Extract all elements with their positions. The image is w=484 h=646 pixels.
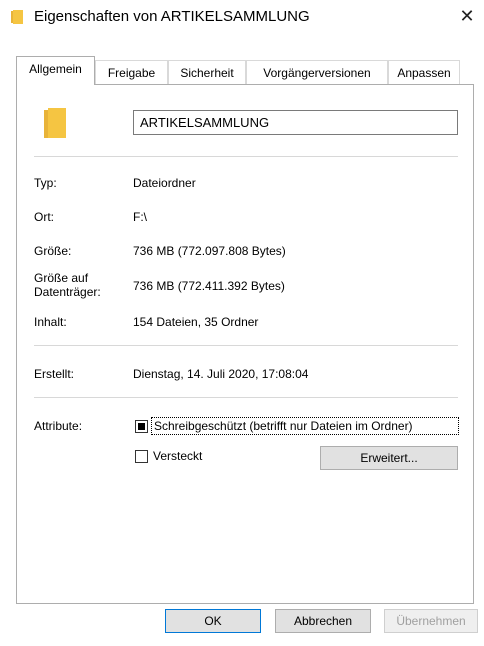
size-value: 736 MB (772.097.808 Bytes) — [133, 244, 286, 258]
size-on-disk-value: 736 MB (772.411.392 Bytes) — [133, 279, 285, 293]
tab-allgemein[interactable]: Allgemein — [16, 56, 95, 85]
location-value: F:\ — [133, 210, 147, 224]
location-label: Ort: — [34, 210, 54, 224]
folder-icon — [44, 108, 66, 138]
type-label: Typ: — [34, 176, 57, 190]
ok-button[interactable]: OK — [165, 609, 261, 633]
hidden-checkbox[interactable] — [135, 450, 148, 463]
tab-sicherheit[interactable]: Sicherheit — [168, 60, 246, 84]
type-value: Dateiordner — [133, 176, 196, 190]
tab-anpassen[interactable]: Anpassen — [388, 60, 460, 84]
created-value: Dienstag, 14. Juli 2020, 17:08:04 — [133, 367, 309, 381]
readonly-checkbox[interactable] — [135, 420, 148, 433]
readonly-label[interactable]: Schreibgeschützt (betrifft nur Dateien i… — [151, 417, 459, 435]
window-title: Eigenschaften von ARTIKELSAMMLUNG — [34, 8, 310, 25]
hidden-label[interactable]: Versteckt — [153, 449, 202, 463]
tab-vorgaengerversionen[interactable]: Vorgängerversionen — [246, 60, 388, 84]
contents-value: 154 Dateien, 35 Ordner — [133, 315, 259, 329]
created-label: Erstellt: — [34, 367, 75, 381]
contents-label: Inhalt: — [34, 315, 67, 329]
divider — [34, 156, 458, 157]
divider — [34, 345, 458, 346]
tab-freigabe[interactable]: Freigabe — [95, 60, 168, 84]
size-on-disk-label: Größe auf — [34, 271, 89, 285]
size-label: Größe: — [34, 244, 72, 258]
divider — [34, 397, 458, 398]
apply-button: Übernehmen — [384, 609, 478, 633]
tab-panel-allgemein — [16, 84, 474, 604]
close-icon[interactable]: ✕ — [454, 4, 480, 28]
folder-name-input[interactable]: ARTIKELSAMMLUNG — [133, 110, 458, 135]
cancel-button[interactable]: Abbrechen — [275, 609, 371, 633]
folder-icon — [10, 10, 24, 24]
attributes-label: Attribute: — [34, 419, 83, 433]
size-on-disk-label: Datenträger: — [34, 285, 101, 299]
advanced-button[interactable]: Erweitert... — [320, 446, 458, 470]
